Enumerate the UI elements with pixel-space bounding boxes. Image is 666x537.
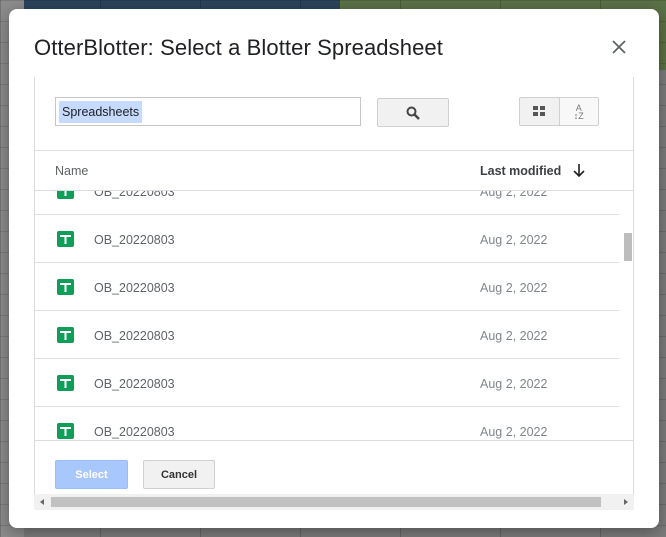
search-input-value: Spreadsheets <box>59 101 143 123</box>
arrow-down-icon[interactable] <box>572 162 586 178</box>
file-name: OB_20220803 <box>94 329 175 343</box>
search-input[interactable]: Spreadsheets <box>55 97 361 126</box>
google-sheets-icon <box>57 327 74 343</box>
close-button[interactable] <box>607 35 631 59</box>
horizontal-scrollbar[interactable] <box>34 494 634 510</box>
file-name: OB_20220803 <box>94 233 175 247</box>
google-sheets-icon <box>57 191 74 199</box>
cancel-button[interactable]: Cancel <box>143 460 215 489</box>
file-picker: Spreadsheets A ↕Z Name Last modified OB_… <box>34 77 634 503</box>
horizontal-scrollbar-thumb[interactable] <box>51 497 601 507</box>
google-sheets-icon <box>57 279 74 295</box>
column-header-name[interactable]: Name <box>55 164 88 178</box>
footer-divider <box>35 440 633 441</box>
sort-az-icon: A ↕Z <box>573 102 584 121</box>
close-icon <box>612 40 626 54</box>
file-date: Aug 2, 2022 <box>480 377 548 391</box>
sort-az-button[interactable]: A ↕Z <box>558 98 598 125</box>
file-row[interactable]: OB_20220803 Aug 2, 2022 <box>35 311 619 359</box>
google-sheets-icon <box>57 231 74 247</box>
scroll-right-icon[interactable] <box>621 497 631 507</box>
file-row[interactable]: OB_20220803 Aug 2, 2022 <box>35 407 619 440</box>
file-row[interactable]: OB_20220803 Aug 2, 2022 <box>35 215 619 263</box>
file-name: OB_20220803 <box>94 191 175 199</box>
file-name: OB_20220803 <box>94 377 175 391</box>
file-date: Aug 2, 2022 <box>480 425 548 439</box>
dialog-title: OtterBlotter: Select a Blotter Spreadshe… <box>34 35 443 60</box>
file-row[interactable]: OB_20220803 Aug 2, 2022 <box>35 359 619 407</box>
file-name: OB_20220803 <box>94 281 175 295</box>
file-list: OB_20220803 Aug 2, 2022 OB_20220803 Aug … <box>35 191 619 440</box>
google-sheets-icon <box>57 423 74 439</box>
file-name: OB_20220803 <box>94 425 175 439</box>
grid-view-button[interactable] <box>520 98 559 125</box>
file-list-scrollbar[interactable] <box>622 191 633 440</box>
view-toggle: A ↕Z <box>519 97 599 126</box>
file-row[interactable]: OB_20220803 Aug 2, 2022 <box>35 263 619 311</box>
google-sheets-icon <box>57 375 74 391</box>
column-header-last-modified[interactable]: Last modified <box>480 164 561 178</box>
search-icon <box>406 106 420 120</box>
select-spreadsheet-dialog: OtterBlotter: Select a Blotter Spreadshe… <box>9 9 659 528</box>
file-date: Aug 2, 2022 <box>480 191 548 199</box>
file-date: Aug 2, 2022 <box>480 281 548 295</box>
grid-view-icon <box>533 106 546 116</box>
file-date: Aug 2, 2022 <box>480 329 548 343</box>
select-button[interactable]: Select <box>55 460 128 489</box>
file-row[interactable]: OB_20220803 Aug 2, 2022 <box>35 191 619 215</box>
scroll-left-icon[interactable] <box>37 497 47 507</box>
search-button[interactable] <box>377 98 449 127</box>
scrollbar-thumb[interactable] <box>624 233 632 261</box>
file-date: Aug 2, 2022 <box>480 233 548 247</box>
header-divider <box>35 150 633 151</box>
